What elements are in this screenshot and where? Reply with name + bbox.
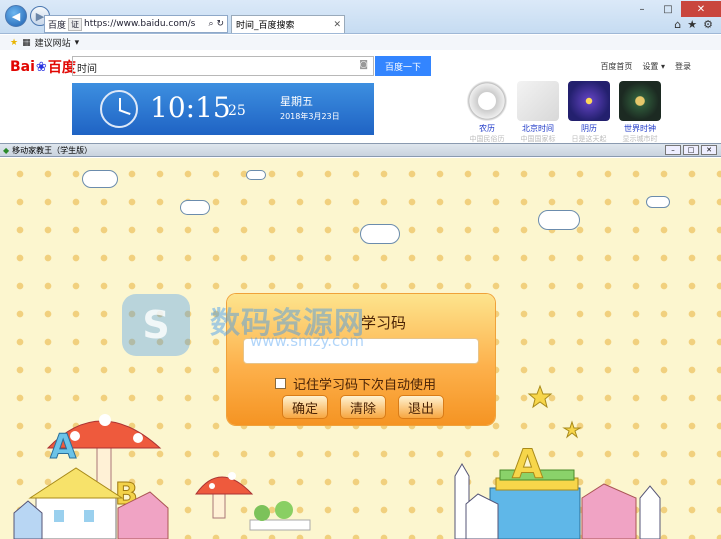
exit-button[interactable]: 退出	[398, 395, 444, 419]
star-decoration	[562, 420, 582, 439]
app-title-bar: ◆ 移动家教王（学生版） – □ ✕	[0, 143, 721, 157]
site-name: 百度	[48, 20, 67, 31]
clock-icon	[100, 90, 138, 128]
thumb-sub: 日是这天起	[571, 135, 607, 142]
thumb-label: 世界时钟	[624, 124, 656, 133]
toolbar-icons: ⌂ ★ ⚙	[674, 18, 713, 31]
search-value: 时间	[77, 64, 97, 75]
window-controls: – □ ✕	[629, 1, 721, 17]
search-icon[interactable]: ⌕ ↻	[209, 19, 224, 29]
thumb-sub: 中国民俗历	[469, 135, 505, 142]
thumb-item[interactable]: 世界时钟 显示城市时	[619, 81, 661, 142]
related-thumbs: 农历 中国民俗历 北京时间 中国国家标 阴历 日是这天起 世界时钟 显示城市时	[466, 81, 661, 142]
minimize-icon[interactable]: –	[665, 145, 681, 155]
clock-seconds: 25	[228, 103, 246, 119]
star-decoration	[527, 384, 553, 409]
app-icon: ◆	[3, 145, 10, 155]
mushroom-middle	[195, 472, 311, 531]
favorites-star-icon: ★	[10, 37, 19, 48]
thumb-label: 北京时间	[522, 124, 554, 133]
clock-weekday: 星期五	[280, 95, 313, 108]
address-bar[interactable]: 百度 证 https://www.baidu.com/s ⌕ ↻	[44, 15, 228, 33]
app-title: 移动家教王（学生版）	[12, 145, 93, 155]
lunar-image	[466, 81, 508, 121]
link-settings[interactable]: 设置 ▾	[642, 61, 665, 72]
cert-badge: 证	[68, 17, 83, 31]
close-icon[interactable]: ✕	[681, 1, 721, 17]
ok-button[interactable]: 确定	[282, 395, 328, 419]
panel-title: 学习码	[361, 314, 407, 332]
app-window-controls: – □ ✕	[665, 145, 717, 155]
maximize-icon[interactable]: □	[683, 145, 699, 155]
thumb-item[interactable]: 北京时间 中国国家标	[517, 81, 559, 142]
tab-baidu[interactable]: 时间_百度搜索 ✕	[231, 15, 345, 33]
app-body: A B A S 学习码 记住学习码下次自动使用 确定 清除 退出 数码资源网 w…	[0, 158, 721, 539]
search-button[interactable]: 百度一下	[375, 56, 431, 76]
checkbox-box[interactable]	[275, 378, 286, 389]
minimize-icon[interactable]: –	[629, 1, 655, 17]
house-left	[13, 467, 169, 539]
home-icon[interactable]: ⌂	[674, 18, 681, 31]
link-home[interactable]: 百度首页	[600, 61, 632, 72]
search-input[interactable]: 时间 ◙	[72, 56, 374, 76]
address-url[interactable]: https://www.baidu.com/s	[84, 19, 195, 29]
world-clock-image	[619, 81, 661, 121]
close-icon[interactable]: ✕	[701, 145, 717, 155]
letter-a: A	[50, 427, 77, 467]
castle-right: A	[454, 442, 661, 539]
thumb-sub: 中国国家标	[520, 135, 556, 142]
panel-buttons: 确定 清除 退出	[282, 395, 444, 419]
back-icon[interactable]: ◀	[5, 5, 27, 27]
watermark-url: www.smzy.com	[250, 332, 365, 350]
browser-toolbar: ◀ ▶ 百度 证 https://www.baidu.com/s ⌕ ↻ 时间_…	[0, 0, 721, 34]
watermark-logo: S	[122, 294, 190, 356]
svg-text:A: A	[512, 442, 543, 488]
remember-checkbox[interactable]: 记住学习码下次自动使用	[275, 374, 436, 393]
baidu-logo[interactable]: Bai ❀ 百度	[10, 57, 76, 77]
baidu-page: Bai ❀ 百度 时间 ◙ 百度一下 百度首页 设置 ▾ 登录 10:15 25 星…	[0, 51, 721, 143]
thumb-label: 阴历	[581, 124, 597, 133]
beijing-time-image	[517, 81, 559, 121]
maximize-icon[interactable]: □	[655, 1, 681, 17]
remember-label: 记住学习码下次自动使用	[293, 378, 437, 393]
gear-icon[interactable]: ⚙	[703, 18, 713, 31]
thumb-label: 农历	[479, 124, 495, 133]
close-icon[interactable]: ✕	[333, 20, 341, 30]
suggested-sites-icon: ▦	[22, 37, 31, 48]
suggested-sites[interactable]: 建议网站	[35, 36, 71, 49]
clock-date: 2018年3月23日	[280, 112, 340, 121]
thumb-item[interactable]: 阴历 日是这天起	[568, 81, 610, 142]
time-widget: 10:15 25 星期五 2018年3月23日	[72, 83, 374, 135]
link-settings-label: 设置	[642, 62, 659, 71]
thumb-sub: 显示城市时	[622, 135, 658, 142]
yin-calendar-image	[568, 81, 610, 121]
top-links: 百度首页 设置 ▾ 登录	[600, 61, 691, 72]
clear-button[interactable]: 清除	[340, 395, 386, 419]
clock-time: 10:15	[150, 91, 231, 124]
tab-title: 时间_百度搜索	[236, 21, 295, 31]
thumb-item[interactable]: 农历 中国民俗历	[466, 81, 508, 142]
link-login[interactable]: 登录	[675, 61, 691, 72]
star-icon[interactable]: ★	[687, 18, 697, 31]
favorites-bar: ★ ▦ 建议网站 ▾	[0, 35, 721, 50]
chevron-down-icon[interactable]: ▾	[75, 38, 80, 48]
camera-icon[interactable]: ◙	[359, 60, 368, 70]
